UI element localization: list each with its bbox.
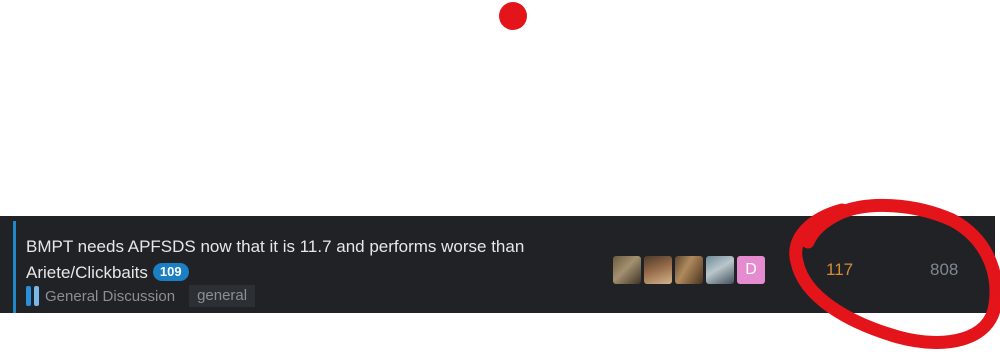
topic-meta: General Discussion general xyxy=(26,285,256,307)
category-link[interactable]: General Discussion xyxy=(45,288,175,305)
soldier-avatar-3-icon[interactable] xyxy=(675,256,703,284)
topic-title-text[interactable]: BMPT needs APFSDS now that it is 11.7 an… xyxy=(26,237,524,282)
tag-link[interactable]: general xyxy=(189,285,256,307)
soldier-avatar-1-icon[interactable] xyxy=(613,256,641,284)
officer-avatar-icon[interactable] xyxy=(706,256,734,284)
category-icon xyxy=(26,286,39,306)
letter-avatar-text: D xyxy=(745,261,757,278)
posters-list: D xyxy=(613,256,765,284)
views-count: 808 xyxy=(930,260,959,279)
replies-count[interactable]: 117 xyxy=(826,260,860,280)
letter-avatar[interactable]: D xyxy=(737,256,765,284)
unread-indicator-bar xyxy=(13,221,16,313)
red-dot-annotation xyxy=(499,2,527,30)
soldier-avatar-2-icon[interactable] xyxy=(644,256,672,284)
topic-title-link[interactable]: BMPT needs APFSDS now that it is 11.7 an… xyxy=(26,234,586,286)
unread-count-badge[interactable]: 109 xyxy=(152,263,189,281)
topic-list-item[interactable]: BMPT needs APFSDS now that it is 11.7 an… xyxy=(0,216,995,313)
